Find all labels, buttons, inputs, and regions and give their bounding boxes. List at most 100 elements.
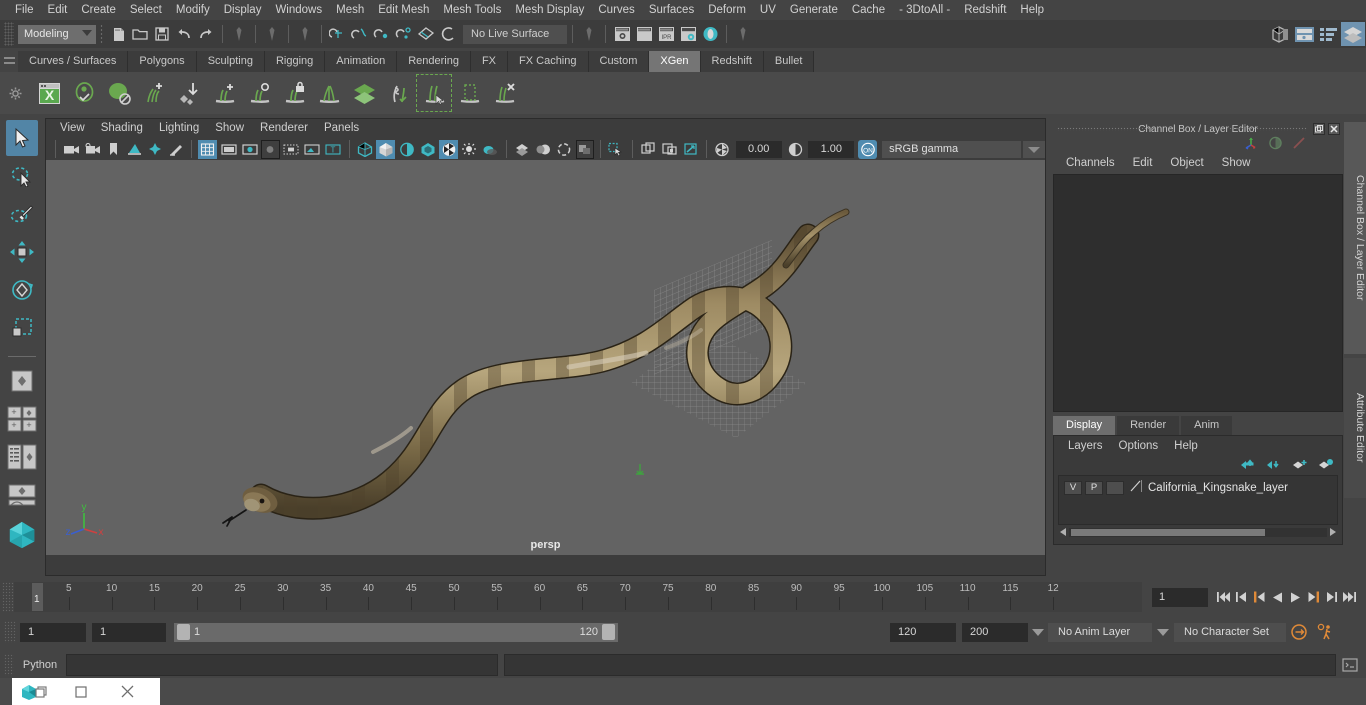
maya-app-icon[interactable] — [12, 678, 58, 705]
collection-layer-icon[interactable] — [347, 75, 381, 111]
shelf-tab-bullet[interactable]: Bullet — [763, 51, 815, 72]
color-management-icon[interactable]: ON — [858, 139, 878, 159]
toggle-modeling-toolkit-icon[interactable] — [1269, 23, 1291, 45]
clump-modifier-icon[interactable] — [312, 75, 346, 111]
viewport-menu-panels[interactable]: Panels — [316, 119, 367, 138]
menu-cache[interactable]: Cache — [845, 0, 892, 20]
scroll-right-icon[interactable] — [1327, 527, 1338, 539]
go-to-start-icon[interactable] — [1214, 586, 1232, 608]
snap-to-view-plane-icon[interactable] — [416, 24, 436, 44]
menu-uv[interactable]: UV — [753, 0, 783, 20]
layer-tab-display[interactable]: Display — [1053, 416, 1116, 435]
shelf-tab-redshift[interactable]: Redshift — [700, 51, 764, 72]
side-tab-attribute-editor[interactable]: Attribute Editor — [1344, 358, 1366, 498]
snap-to-point-icon[interactable] — [372, 24, 392, 44]
multisample-icon[interactable] — [555, 140, 574, 159]
layer-tab-render[interactable]: Render — [1117, 416, 1180, 435]
move-layer-down-icon[interactable] — [1265, 458, 1282, 473]
layer-list[interactable]: V P California_Kingsnake_layer — [1058, 475, 1338, 525]
go-to-end-icon[interactable] — [1340, 586, 1358, 608]
shadows-icon[interactable] — [481, 140, 500, 159]
camera-attributes-icon[interactable] — [83, 140, 102, 159]
resolution-gate-icon[interactable] — [240, 140, 259, 159]
shelf-tab-custom[interactable]: Custom — [588, 51, 650, 72]
menu-select[interactable]: Select — [123, 0, 169, 20]
shelf-tab-rendering[interactable]: Rendering — [397, 51, 471, 72]
menu-windows[interactable]: Windows — [268, 0, 329, 20]
select-by-render-icon[interactable] — [733, 24, 753, 44]
shelf-tab-fx-caching[interactable]: FX Caching — [508, 51, 589, 72]
coil-modifier-icon[interactable] — [382, 75, 416, 111]
shelf-tab-curves-surfaces[interactable]: Curves / Surfaces — [18, 51, 129, 72]
select-by-component-icon[interactable] — [295, 24, 315, 44]
layer-menu-help[interactable]: Help — [1166, 440, 1206, 452]
motion-blur-icon[interactable] — [534, 140, 553, 159]
time-slider-ruler[interactable]: 1 5 10 15 20 25 30 35 40 45 50 55 60 65 70 75 80 85 90 95 1… — [14, 582, 1142, 612]
shaded-wireframe-icon[interactable] — [397, 140, 416, 159]
color-space-selector[interactable]: sRGB gamma — [882, 140, 1022, 158]
menu-redshift[interactable]: Redshift — [957, 0, 1013, 20]
command-line-grip[interactable] — [4, 654, 14, 676]
add-density-modifier-icon[interactable] — [207, 75, 241, 111]
shelf-tab-sculpting[interactable]: Sculpting — [196, 51, 265, 72]
add-noise-modifier-icon[interactable] — [242, 75, 276, 111]
channel-box-icon[interactable] — [1243, 136, 1259, 153]
xray-icon[interactable] — [607, 140, 626, 159]
menu-edit[interactable]: Edit — [41, 0, 75, 20]
menu-mesh[interactable]: Mesh — [329, 0, 371, 20]
scrollbar-thumb[interactable] — [1071, 529, 1265, 536]
animation-start-field[interactable]: 1 — [20, 622, 86, 642]
select-tool[interactable] — [6, 120, 38, 156]
command-language-label[interactable]: Python — [14, 659, 66, 671]
shelf-tab-animation[interactable]: Animation — [325, 51, 398, 72]
scale-tool[interactable] — [6, 310, 38, 346]
play-backwards-icon[interactable] — [1268, 586, 1286, 608]
layer-playback-toggle[interactable]: P — [1085, 480, 1103, 495]
new-scene-icon[interactable] — [108, 24, 128, 44]
channel-box-menu-channels[interactable]: Channels — [1057, 157, 1124, 169]
ipr-render-icon[interactable]: IPR — [656, 24, 676, 44]
dock-grip-right[interactable] — [1229, 127, 1307, 131]
character-set-dropdown-arrow[interactable] — [1152, 628, 1174, 636]
scroll-left-icon[interactable] — [1058, 527, 1069, 539]
move-layer-up-icon[interactable] — [1239, 458, 1256, 473]
play-forwards-icon[interactable] — [1286, 586, 1304, 608]
import-preset-icon[interactable] — [172, 75, 206, 111]
viewport-menu-shading[interactable]: Shading — [93, 119, 151, 138]
use-all-lights-icon[interactable] — [460, 140, 479, 159]
persp-graph-layout[interactable] — [6, 477, 38, 513]
gate-mask-icon[interactable] — [261, 139, 280, 159]
menu-modify[interactable]: Modify — [169, 0, 217, 20]
layer-menu-layers[interactable]: Layers — [1060, 440, 1111, 452]
layer-color-swatch[interactable] — [1129, 479, 1143, 496]
menu-3dtoall[interactable]: - 3DtoAll - — [892, 0, 957, 20]
scrollbar-track[interactable] — [1069, 528, 1327, 537]
toggle-channel-box-icon[interactable] — [1317, 23, 1339, 45]
layer-list-scrollbar[interactable] — [1058, 527, 1338, 538]
xgen-editor-icon[interactable]: X — [32, 75, 66, 111]
current-frame-field[interactable]: 1 — [1152, 587, 1208, 607]
wireframe-icon[interactable] — [356, 140, 375, 159]
close-icon[interactable] — [1328, 123, 1340, 135]
layer-row[interactable]: V P California_Kingsnake_layer — [1059, 479, 1337, 496]
rotate-tool[interactable] — [6, 272, 38, 308]
use-default-material-icon[interactable] — [418, 140, 437, 159]
range-slider-grip[interactable] — [4, 621, 16, 643]
layer-visibility-toggle[interactable]: V — [1064, 480, 1082, 495]
select-by-hierarchy-icon[interactable] — [229, 24, 249, 44]
field-chart-icon[interactable] — [282, 140, 301, 159]
anim-layer-selector[interactable]: No Anim Layer — [1048, 622, 1152, 642]
grid-toggle-icon[interactable] — [198, 139, 218, 159]
animation-preferences-icon[interactable] — [1312, 623, 1338, 641]
lasso-select-tool[interactable] — [6, 158, 38, 194]
viewport-menu-show[interactable]: Show — [207, 119, 252, 138]
auto-keyframe-icon[interactable] — [1286, 623, 1312, 641]
shelf-options-icon[interactable] — [0, 72, 30, 114]
color-space-dropdown-arrow[interactable] — [1023, 140, 1046, 158]
perspective-viewport[interactable]: y x z persp — [46, 160, 1045, 555]
grease-pencil-icon[interactable] — [166, 140, 185, 159]
bookmark-camera-icon[interactable] — [104, 140, 123, 159]
exposure-field[interactable]: 0.00 — [735, 140, 782, 158]
menu-mesh-display[interactable]: Mesh Display — [508, 0, 591, 20]
anim-layer-dropdown-arrow[interactable] — [1028, 628, 1048, 636]
